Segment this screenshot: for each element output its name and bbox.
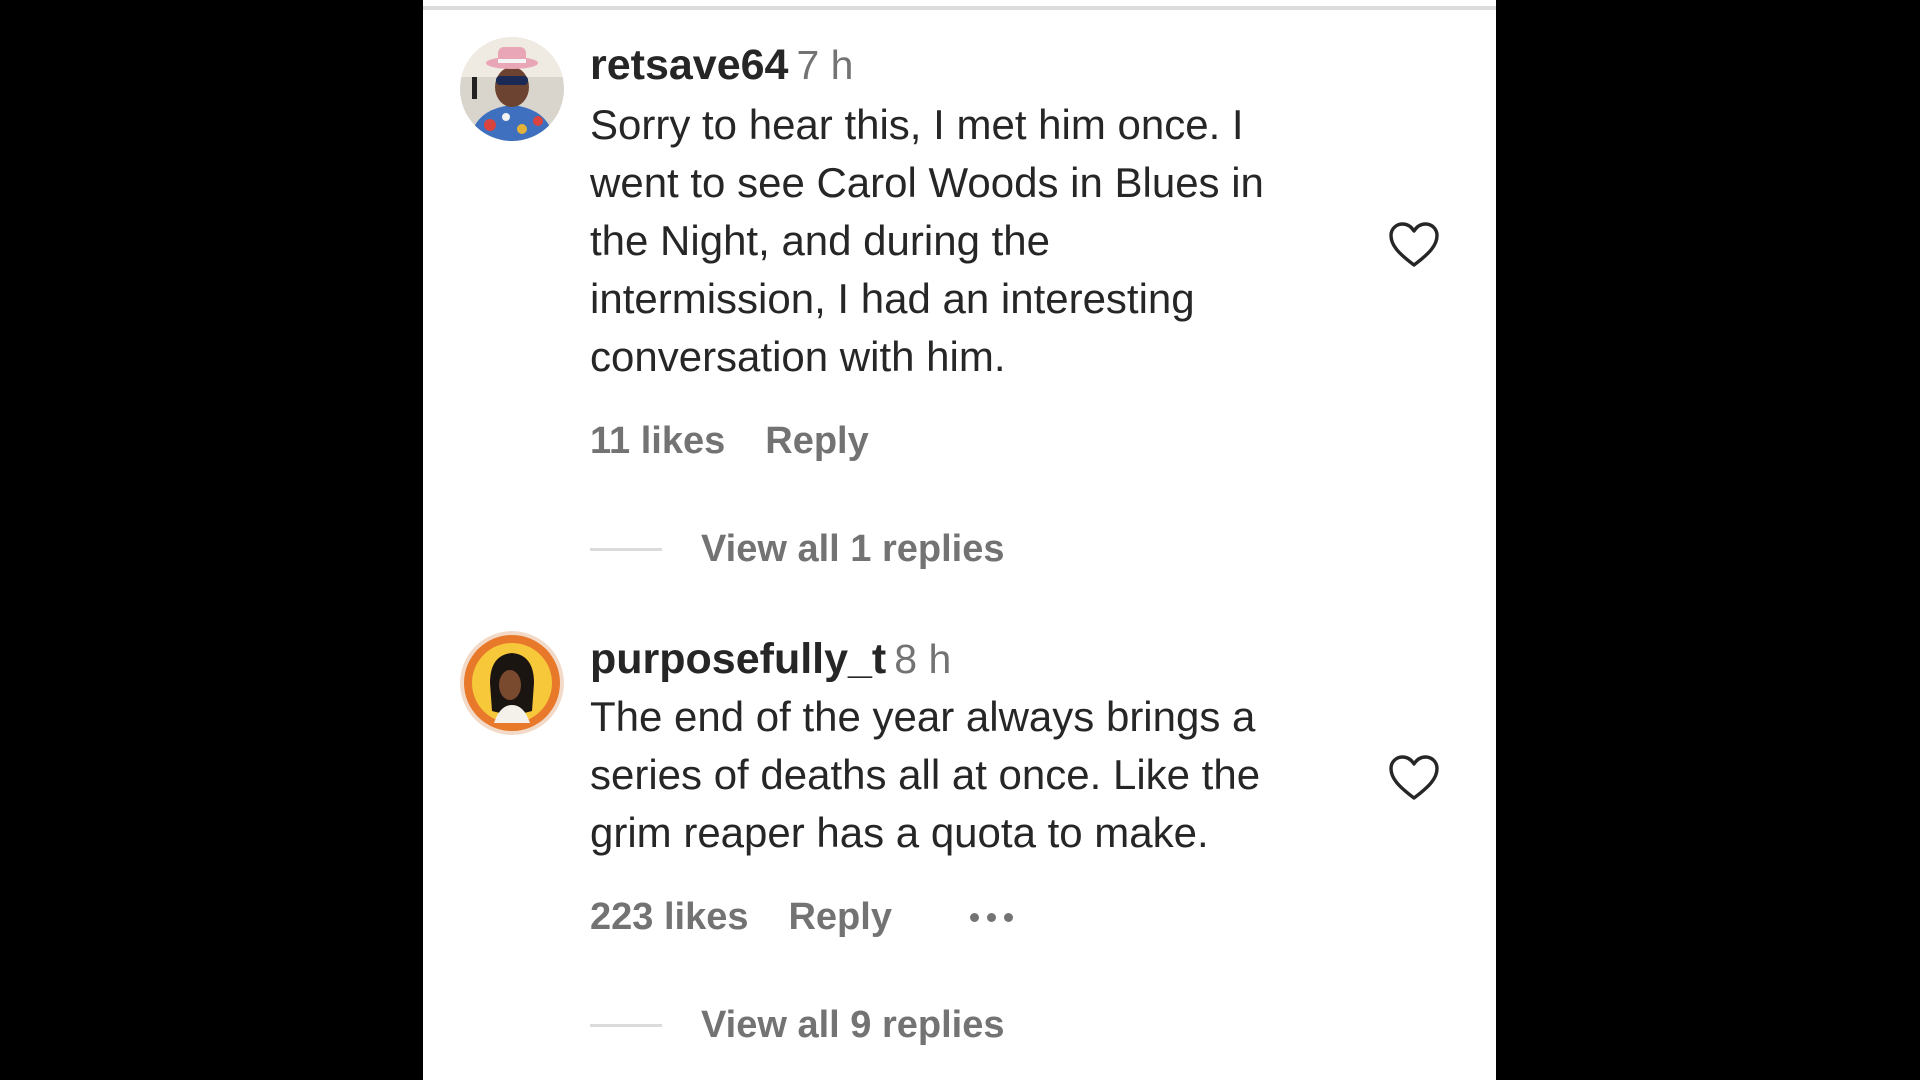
view-replies-label: View all 9 replies (701, 1004, 1005, 1046)
likes-count[interactable]: 11 likes (590, 422, 725, 460)
avatar[interactable] (460, 631, 564, 735)
dot (1003, 912, 1013, 922)
dot (969, 912, 979, 922)
comment-header: purposefully_t 8 h (590, 638, 951, 681)
comment-header: retsave64 7 h (590, 44, 853, 87)
avatar[interactable] (460, 37, 564, 141)
like-heart-icon[interactable] (1388, 754, 1440, 802)
timestamp: 7 h (796, 42, 854, 88)
comment-actions: 223 likes Reply (590, 898, 1013, 936)
likes-count[interactable]: 223 likes (590, 898, 748, 936)
comment-actions: 11 likes Reply (590, 422, 869, 460)
dot (986, 912, 996, 922)
avatar-photo (460, 37, 564, 141)
top-divider (423, 6, 1496, 10)
avatar-photo (460, 631, 564, 735)
reply-button[interactable]: Reply (788, 898, 891, 936)
view-replies-button[interactable]: View all 1 replies (590, 530, 1004, 568)
comment-text: Sorry to hear this, I met him once. I we… (590, 101, 1264, 380)
like-heart-icon[interactable] (1388, 221, 1440, 269)
view-replies-label: View all 1 replies (701, 528, 1005, 570)
more-options-icon[interactable] (969, 912, 1013, 922)
reply-button[interactable]: Reply (765, 422, 868, 460)
replies-divider (590, 547, 662, 551)
comments-panel: retsave64 7 h Sorry to hear this, I met h… (423, 0, 1496, 1080)
view-replies-button[interactable]: View all 9 replies (590, 1006, 1004, 1044)
timestamp: 8 h (894, 636, 952, 682)
username[interactable]: retsave64 (590, 41, 788, 89)
comment-text: The end of the year always brings a seri… (590, 693, 1261, 856)
username[interactable]: purposefully_t (590, 635, 886, 683)
replies-divider (590, 1023, 662, 1027)
